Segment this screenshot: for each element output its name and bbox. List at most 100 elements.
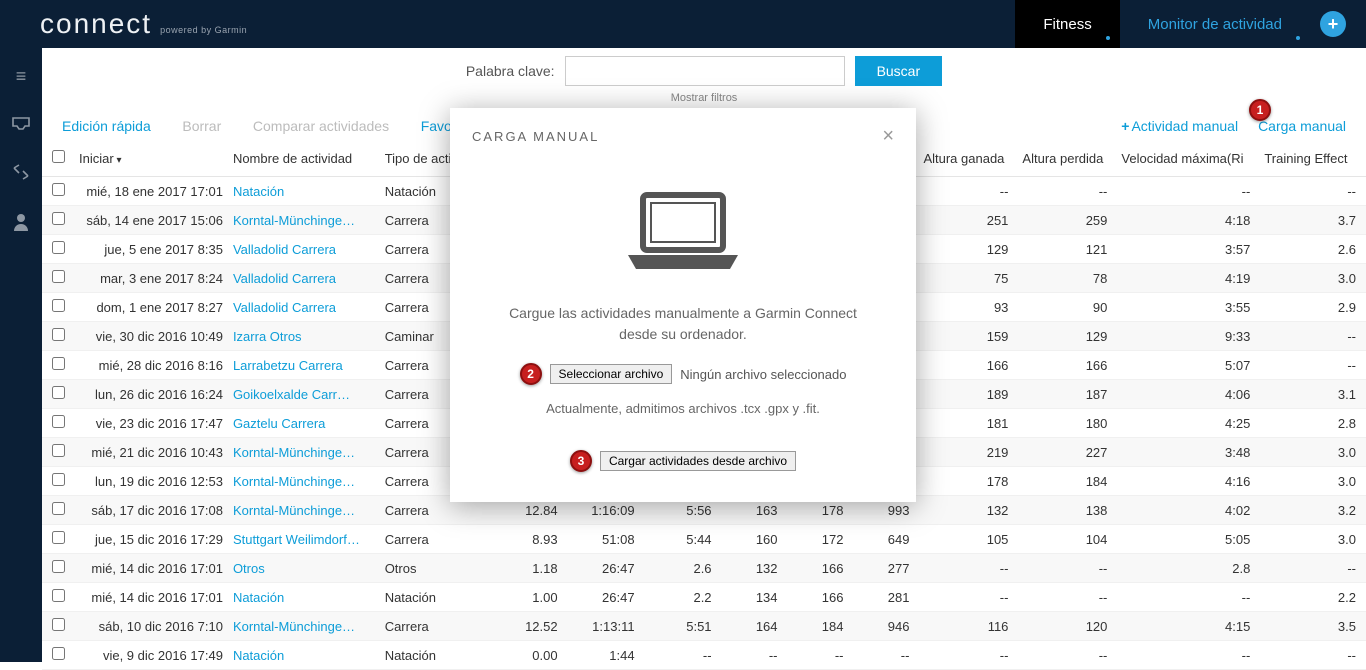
row-checkbox[interactable]	[52, 270, 65, 283]
row-checkbox[interactable]	[52, 415, 65, 428]
cell-loss: --	[1018, 641, 1117, 670]
cell-vmax: 9:33	[1117, 322, 1260, 351]
cell-date: mié, 21 dic 2016 10:43	[75, 438, 229, 467]
cell-te: 3.0	[1260, 438, 1366, 467]
row-checkbox[interactable]	[52, 647, 65, 660]
cell-fc: 132	[722, 554, 788, 583]
cell-dist: 1.00	[491, 583, 568, 612]
inbox-icon[interactable]	[12, 115, 30, 136]
activity-link[interactable]: Natación	[233, 184, 284, 199]
manual-upload-link[interactable]: Carga manual	[1258, 118, 1346, 134]
cell-date: sáb, 10 dic 2016 7:10	[75, 612, 229, 641]
activity-link[interactable]: Korntal-Münchinge…	[233, 474, 355, 489]
close-icon[interactable]: ×	[882, 126, 894, 146]
table-row: jue, 15 dic 2016 17:29Stuttgart Weilimdo…	[42, 525, 1366, 554]
activity-link[interactable]: Izarra Otros	[233, 329, 302, 344]
col-te[interactable]: Training Effect	[1260, 144, 1366, 177]
row-checkbox[interactable]	[52, 444, 65, 457]
profile-icon[interactable]	[13, 213, 29, 236]
cell-loss: --	[1018, 177, 1117, 206]
cell-vmax: 4:16	[1117, 467, 1260, 496]
activity-link[interactable]: Gaztelu Carrera	[233, 416, 325, 431]
load-activities-button[interactable]: Cargar actividades desde archivo	[600, 451, 796, 471]
activity-link[interactable]: Stuttgart Weilimdorf…	[233, 532, 360, 547]
select-file-button[interactable]: Seleccionar archivo	[550, 364, 673, 384]
col-checkbox[interactable]	[42, 144, 75, 177]
modal-description: Cargue las actividades manualmente a Gar…	[480, 293, 886, 363]
cell-name: Valladolid Carrera	[229, 235, 381, 264]
search-button[interactable]: Buscar	[855, 56, 943, 86]
row-checkbox[interactable]	[52, 560, 65, 573]
annotation-1: 1	[1249, 99, 1271, 121]
compare-link: Comparar actividades	[253, 118, 389, 134]
row-checkbox[interactable]	[52, 212, 65, 225]
cell-vmax: 3:57	[1117, 235, 1260, 264]
cell-vmax: 4:02	[1117, 496, 1260, 525]
sync-icon[interactable]	[12, 164, 30, 185]
row-checkbox[interactable]	[52, 241, 65, 254]
row-checkbox[interactable]	[52, 357, 65, 370]
row-checkbox[interactable]	[52, 183, 65, 196]
col-name[interactable]: Nombre de actividad	[229, 144, 381, 177]
row-checkbox[interactable]	[52, 473, 65, 486]
activity-link[interactable]: Larrabetzu Carrera	[233, 358, 343, 373]
cell-vmax: 4:19	[1117, 264, 1260, 293]
cell-vmax: --	[1117, 177, 1260, 206]
cell-loss: 180	[1018, 409, 1117, 438]
manual-activity-link[interactable]: +Actividad manual	[1121, 118, 1238, 134]
row-checkbox[interactable]	[52, 386, 65, 399]
cell-te: --	[1260, 641, 1366, 670]
col-gain[interactable]: Altura ganada	[919, 144, 1018, 177]
row-checkbox[interactable]	[52, 589, 65, 602]
menu-icon[interactable]: ≡	[16, 66, 27, 87]
cell-loss: 121	[1018, 235, 1117, 264]
activity-link[interactable]: Korntal-Münchinge…	[233, 619, 355, 634]
activity-link[interactable]: Otros	[233, 561, 265, 576]
row-checkbox[interactable]	[52, 502, 65, 515]
cell-dist: 0.00	[491, 641, 568, 670]
cell-vmax: 5:07	[1117, 351, 1260, 380]
cell-gain: 189	[919, 380, 1018, 409]
add-button[interactable]: +	[1320, 11, 1346, 37]
activity-link[interactable]: Valladolid Carrera	[233, 242, 336, 257]
row-checkbox[interactable]	[52, 618, 65, 631]
cell-te: 3.5	[1260, 612, 1366, 641]
cell-date: mié, 18 ene 2017 17:01	[75, 177, 229, 206]
cell-vmax: --	[1117, 583, 1260, 612]
row-checkbox[interactable]	[52, 531, 65, 544]
cell-te: 2.2	[1260, 583, 1366, 612]
activity-link[interactable]: Natación	[233, 590, 284, 605]
activity-link[interactable]: Goikoelxalde Carr…	[233, 387, 350, 402]
cell-fcmax: 184	[788, 612, 854, 641]
search-input[interactable]	[565, 56, 845, 86]
cell-te: 3.0	[1260, 264, 1366, 293]
cell-name: Gaztelu Carrera	[229, 409, 381, 438]
row-checkbox[interactable]	[52, 299, 65, 312]
activity-link[interactable]: Valladolid Carrera	[233, 300, 336, 315]
activity-link[interactable]: Valladolid Carrera	[233, 271, 336, 286]
cell-type: Carrera	[381, 612, 491, 641]
tab-activity-monitor[interactable]: Monitor de actividad	[1120, 0, 1310, 48]
tab-fitness[interactable]: Fitness	[1015, 0, 1119, 48]
logo-subtext: powered by Garmin	[160, 25, 247, 35]
row-checkbox[interactable]	[52, 328, 65, 341]
activity-link[interactable]: Korntal-Münchinge…	[233, 213, 355, 228]
cell-cal: 277	[853, 554, 919, 583]
cell-date: mié, 14 dic 2016 17:01	[75, 583, 229, 612]
activity-link[interactable]: Korntal-Münchinge…	[233, 503, 355, 518]
cell-time: 1:44	[568, 641, 645, 670]
col-start[interactable]: Iniciar	[75, 144, 229, 177]
col-loss[interactable]: Altura perdida	[1018, 144, 1117, 177]
cell-name: Larrabetzu Carrera	[229, 351, 381, 380]
cell-gain: 166	[919, 351, 1018, 380]
activity-link[interactable]: Korntal-Münchinge…	[233, 445, 355, 460]
quick-edit-link[interactable]: Edición rápida	[62, 118, 151, 134]
select-all-checkbox[interactable]	[52, 150, 65, 163]
activity-link[interactable]: Natación	[233, 648, 284, 663]
col-vmax[interactable]: Velocidad máxima(Ri	[1117, 144, 1260, 177]
top-bar: connect powered by Garmin Fitness Monito…	[0, 0, 1366, 48]
table-row: mié, 14 dic 2016 17:01NataciónNatación1.…	[42, 583, 1366, 612]
cell-gain: 132	[919, 496, 1018, 525]
cell-te: --	[1260, 322, 1366, 351]
cell-fcmax: --	[788, 641, 854, 670]
